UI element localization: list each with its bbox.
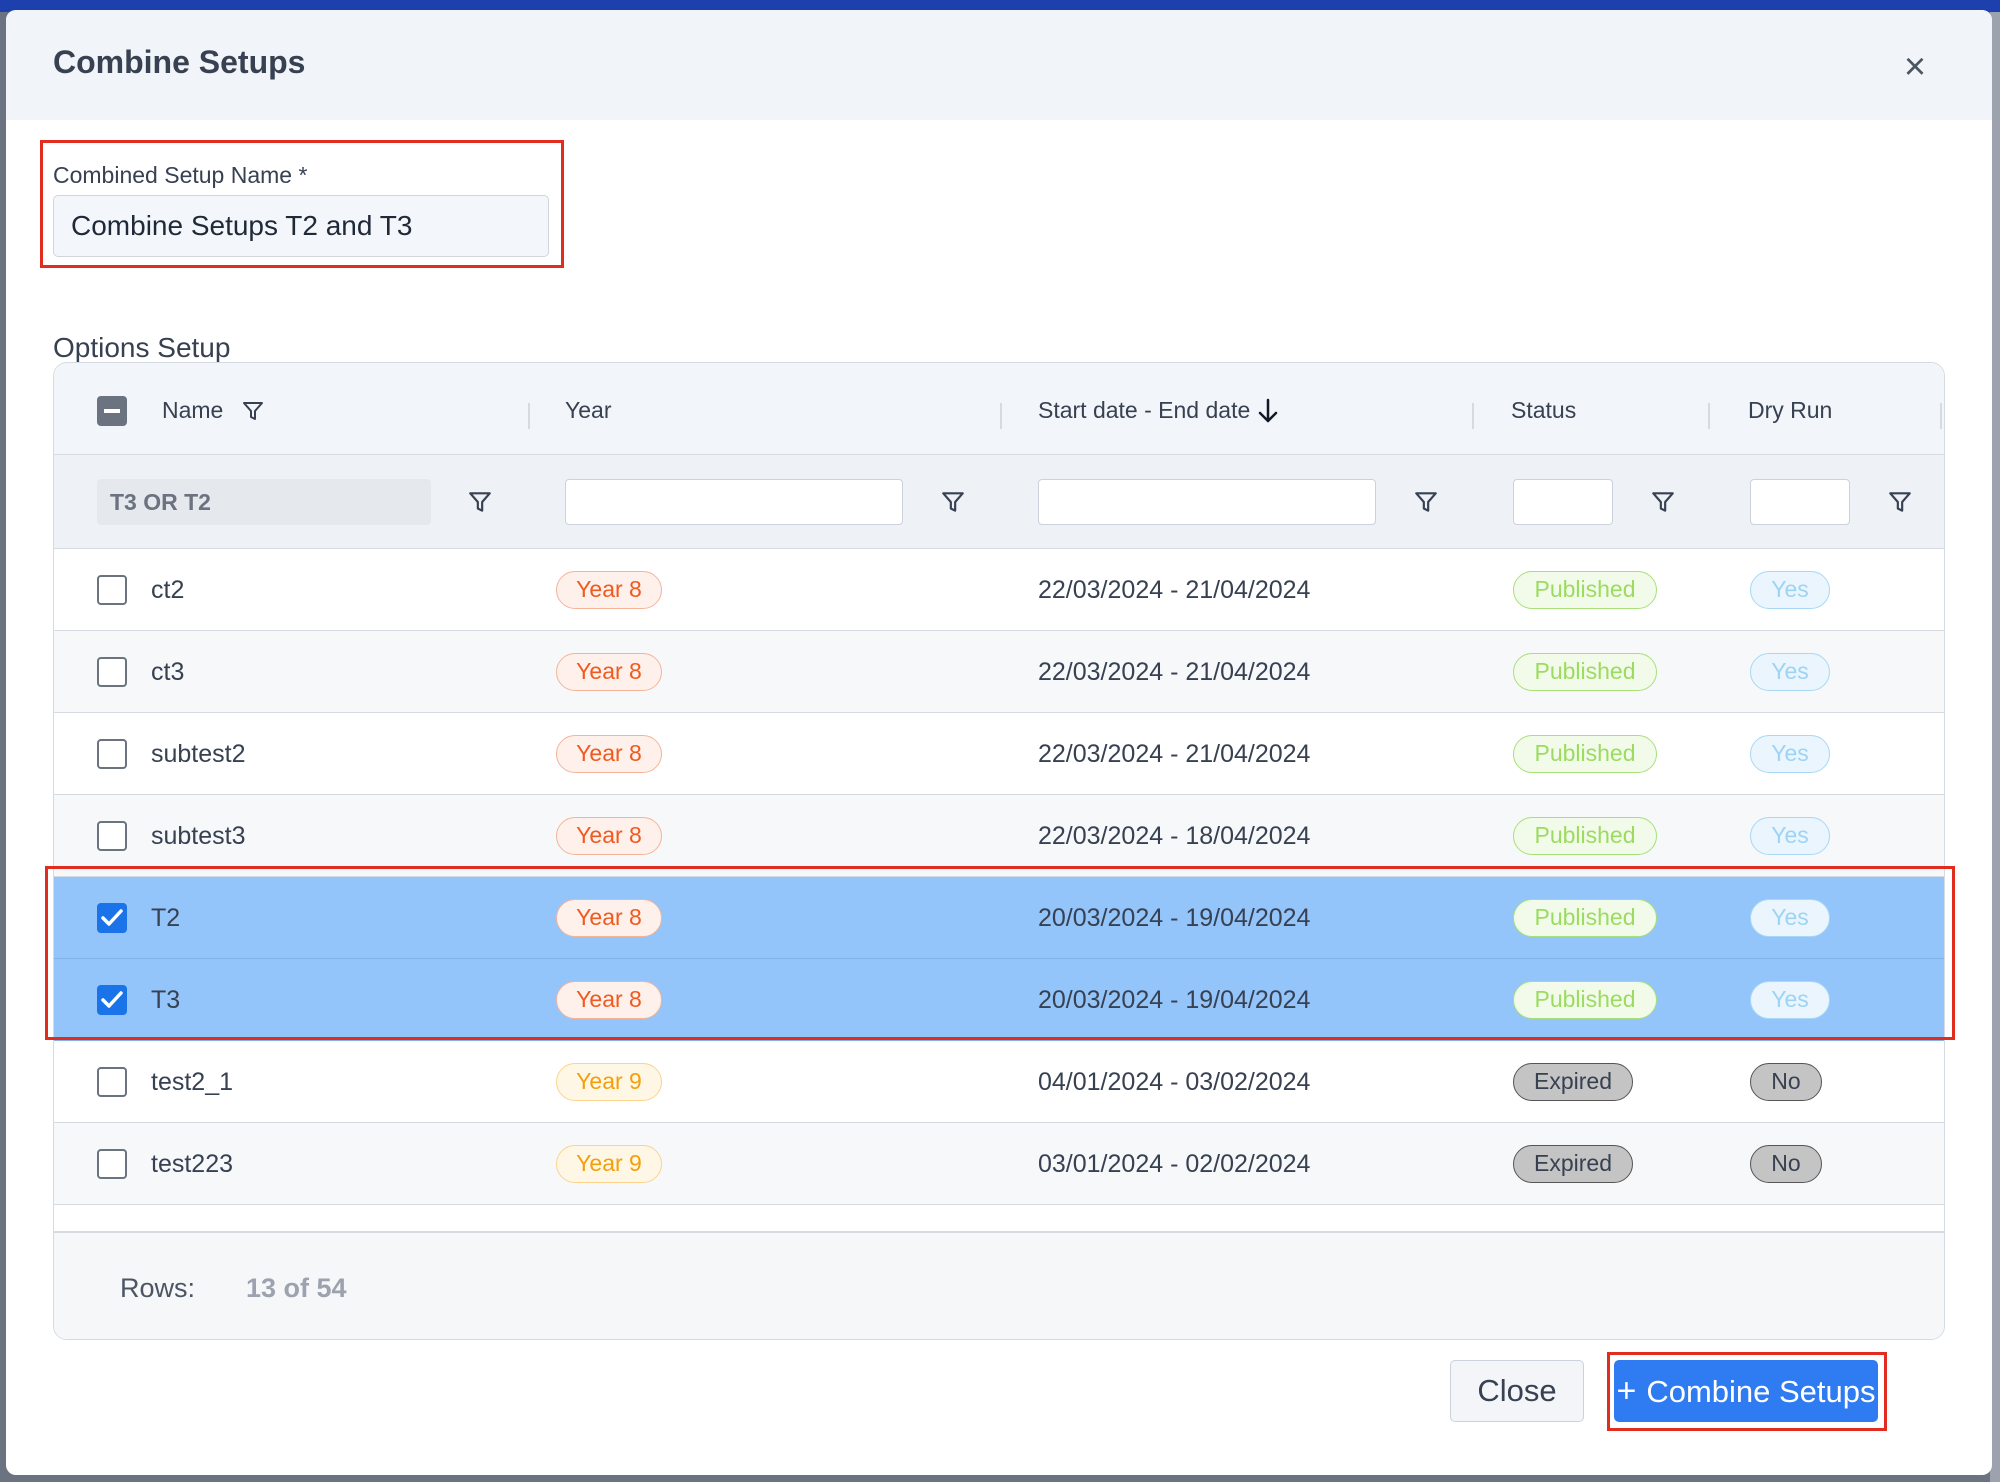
dry-run-filter-input[interactable] [1750,479,1850,525]
status-badge: Published [1513,735,1657,773]
dry-run-badge: No [1750,1145,1822,1183]
row-dates: 03/01/2024 - 02/02/2024 [1038,1150,1311,1178]
row-name: subtest2 [151,740,246,768]
row-dates: 22/03/2024 - 18/04/2024 [1038,822,1311,850]
year-filter-input[interactable] [565,479,903,525]
year-badge: Year 9 [556,1145,662,1183]
status-badge: Expired [1513,1063,1633,1101]
column-header-year[interactable]: Year [565,397,611,424]
column-separator[interactable] [528,403,530,429]
name-filter-input[interactable] [97,479,431,525]
column-separator[interactable] [1940,403,1942,429]
options-setup-table: Name Year Start date - End date Status D… [53,362,1945,1340]
row-checkbox[interactable] [97,1067,127,1097]
status-filter-input[interactable] [1513,479,1613,525]
filter-icon[interactable] [241,399,265,428]
status-badge: Published [1513,653,1657,691]
year-badge: Year 8 [556,817,662,855]
filter-icon[interactable] [1887,489,1913,515]
status-badge: Expired [1513,1145,1633,1183]
rows-count: 13 of 54 [246,1273,347,1303]
row-dates: 22/03/2024 - 21/04/2024 [1038,740,1311,768]
dates-filter-input[interactable] [1038,479,1376,525]
year-badge: Year 8 [556,735,662,773]
filter-icon[interactable] [940,489,966,515]
table-header: Name Year Start date - End date Status D… [54,363,1944,455]
column-header-status[interactable]: Status [1511,397,1576,424]
column-header-dry-run[interactable]: Dry Run [1748,397,1832,424]
column-separator[interactable] [1000,403,1002,429]
row-name: test223 [151,1150,234,1178]
filter-row [54,455,1944,549]
row-checkbox[interactable] [97,657,127,687]
status-badge: Published [1513,571,1657,609]
row-name: test2_1 [151,1068,234,1096]
column-header-dates[interactable]: Start date - End date [1038,397,1250,424]
column-separator[interactable] [1708,403,1710,429]
filter-icon[interactable] [467,489,493,515]
dry-run-badge: Yes [1750,817,1830,855]
column-header-name[interactable]: Name [162,397,223,424]
dry-run-badge: Yes [1750,653,1830,691]
row-name: subtest3 [151,822,246,850]
selected-rows-highlight [45,866,1955,1040]
table-row[interactable]: test2_1 Year 9 04/01/2024 - 03/02/2024 E… [54,1041,1944,1123]
table-footer: Rows: 13 of 54 [54,1231,1944,1339]
dry-run-badge: Yes [1750,571,1830,609]
sort-desc-arrow-icon[interactable] [1256,397,1280,430]
combine-button-highlight [1607,1352,1887,1431]
dialog-title: Combine Setups [53,44,306,80]
column-separator[interactable] [1472,403,1474,429]
table-row[interactable]: subtest2 Year 8 22/03/2024 - 21/04/2024 … [54,713,1944,795]
row-name: ct2 [151,576,185,604]
filter-icon[interactable] [1413,489,1439,515]
row-checkbox[interactable] [97,739,127,769]
row-checkbox[interactable] [97,575,127,605]
year-badge: Year 9 [556,1063,662,1101]
row-checkbox[interactable] [97,821,127,851]
year-badge: Year 8 [556,571,662,609]
dry-run-badge: Yes [1750,735,1830,773]
year-badge: Year 8 [556,653,662,691]
table-row[interactable]: subtest3 Year 8 22/03/2024 - 18/04/2024 … [54,795,1944,877]
table-row[interactable]: test223 Year 9 03/01/2024 - 02/02/2024 E… [54,1123,1944,1205]
row-dates: 22/03/2024 - 21/04/2024 [1038,658,1311,686]
table-row[interactable]: ct2 Year 8 22/03/2024 - 21/04/2024 Publi… [54,549,1944,631]
combine-setups-dialog: Combine Setups × Combined Setup Name * O… [6,10,1992,1475]
select-all-checkbox[interactable] [97,396,127,426]
table-row[interactable]: ct3 Year 8 22/03/2024 - 21/04/2024 Publi… [54,631,1944,713]
options-setup-label: Options Setup [53,332,231,363]
row-name: ct3 [151,658,185,686]
close-button[interactable]: Close [1450,1360,1584,1422]
row-checkbox[interactable] [97,1149,127,1179]
status-badge: Published [1513,817,1657,855]
rows-label: Rows: [120,1273,196,1303]
close-icon[interactable]: × [1896,48,1934,86]
dry-run-badge: No [1750,1063,1822,1101]
filter-icon[interactable] [1650,489,1676,515]
dialog-header: Combine Setups × [6,10,1992,120]
combined-setup-name-input[interactable] [53,195,549,257]
row-dates: 04/01/2024 - 03/02/2024 [1038,1068,1311,1096]
combined-setup-name-label: Combined Setup Name * [53,162,308,188]
row-dates: 22/03/2024 - 21/04/2024 [1038,576,1311,604]
